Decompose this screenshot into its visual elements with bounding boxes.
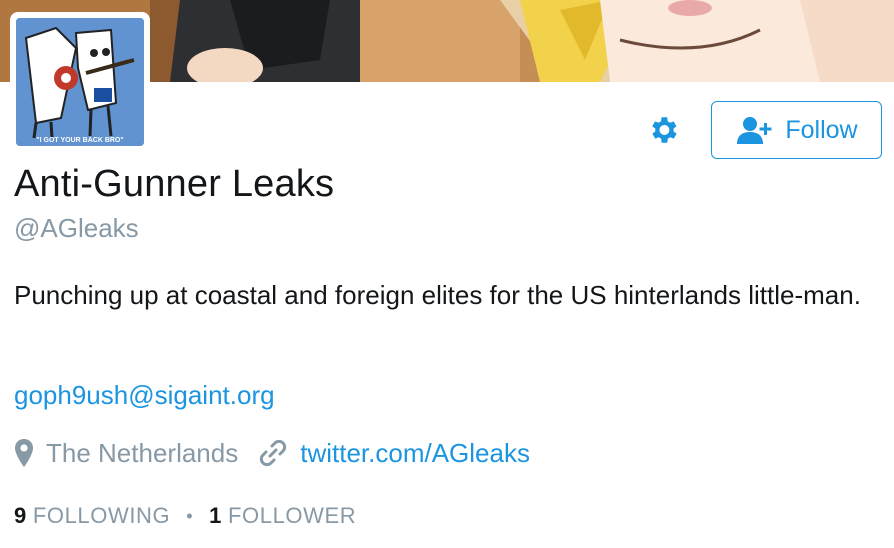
avatar-caption: "I GOT YOUR BACK BRO"	[36, 137, 123, 144]
add-user-icon	[735, 115, 775, 145]
avatar-image: "I GOT YOUR BACK BRO"	[16, 18, 144, 146]
follow-button[interactable]: Follow	[711, 101, 882, 159]
avatar[interactable]: "I GOT YOUR BACK BRO"	[10, 12, 150, 152]
followers-count: 1	[209, 503, 223, 528]
profile-location: The Netherlands	[46, 437, 239, 468]
following-count: 9	[14, 503, 27, 528]
profile-meta: The Netherlands twitter.com/AGleaks	[14, 435, 530, 471]
profile-url-link[interactable]: twitter.com/AGleaks	[300, 438, 530, 469]
location-pin-icon	[14, 438, 34, 468]
following-label: FOLLOWING	[32, 503, 171, 528]
gear-icon[interactable]	[645, 112, 681, 148]
followers-stat[interactable]: 1 FOLLOWER	[209, 503, 356, 529]
profile-bio: Punching up at coastal and foreign elite…	[14, 280, 861, 310]
link-icon	[258, 438, 288, 468]
profile-stats: 9 FOLLOWING • 1 FOLLOWER	[14, 502, 356, 530]
profile-email-link[interactable]: goph9ush@sigaint.org	[14, 380, 275, 411]
following-stat[interactable]: 9 FOLLOWING	[14, 503, 170, 529]
profile-handle[interactable]: @AGleaks	[14, 213, 139, 244]
stats-separator: •	[186, 505, 194, 526]
profile-page: "I GOT YOUR BACK BRO" Follow Anti-Gunner…	[0, 0, 894, 548]
follow-button-label: Follow	[785, 115, 858, 144]
profile-name: Anti-Gunner Leaks	[14, 163, 335, 205]
followers-label: FOLLOWER	[228, 503, 357, 528]
